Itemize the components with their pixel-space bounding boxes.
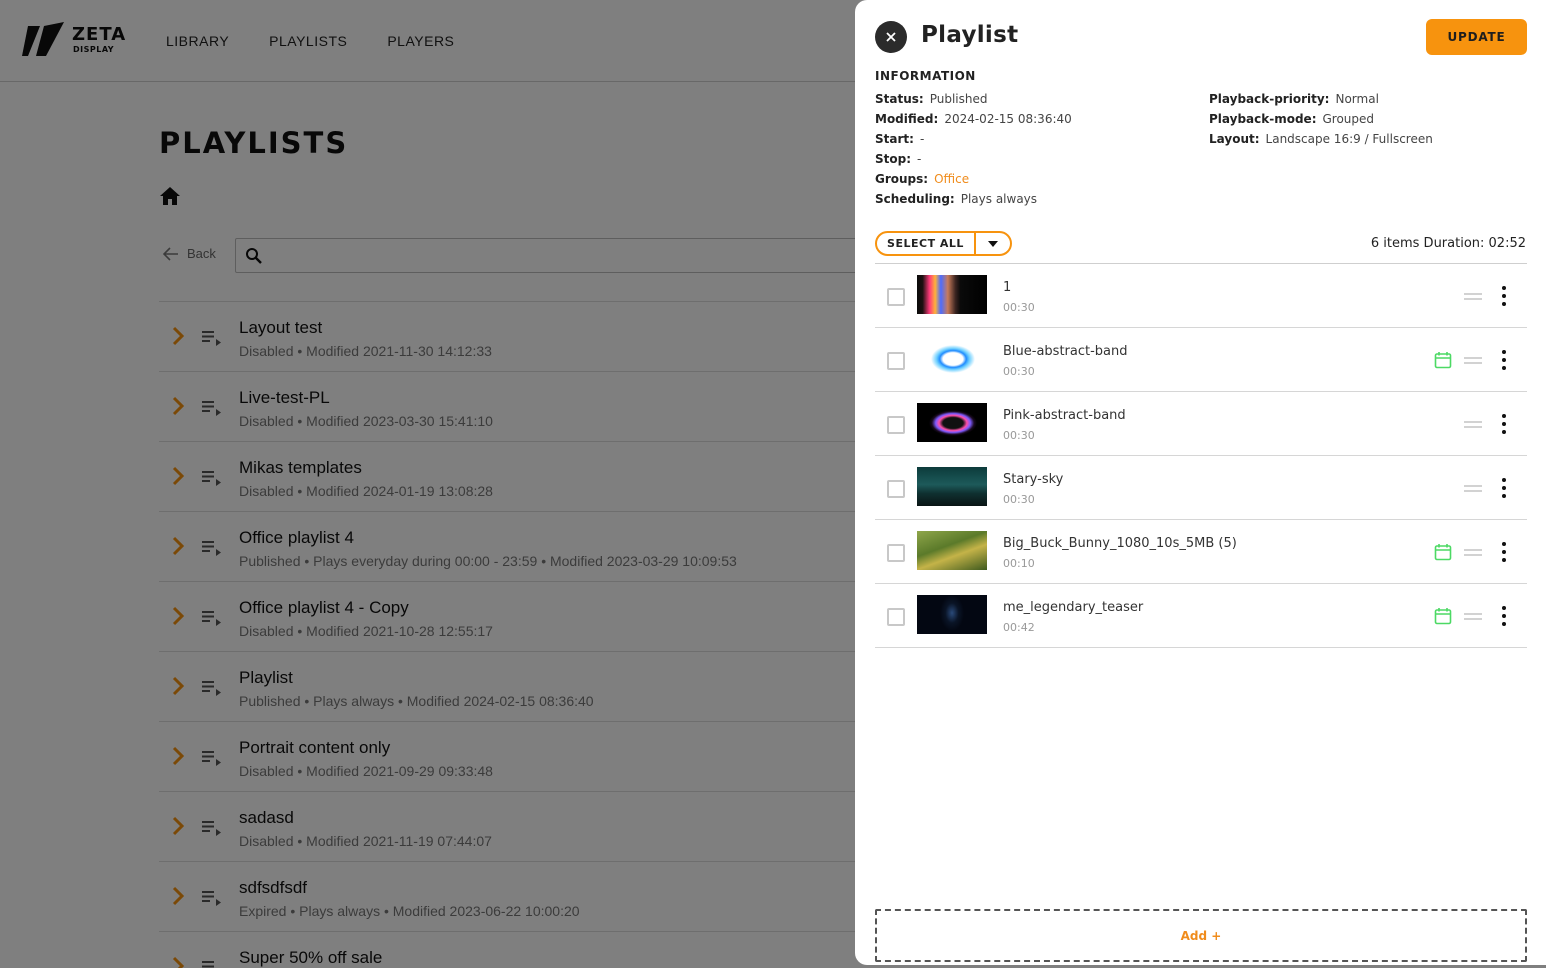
calendar-icon[interactable]	[1434, 543, 1452, 561]
info-key: Playback-priority:	[1209, 92, 1330, 106]
info-key: Stop:	[875, 152, 912, 166]
drag-handle-icon[interactable]	[1464, 421, 1482, 428]
items-duration-summary: 6 items Duration: 02:52	[1370, 236, 1526, 251]
update-button[interactable]: UPDATE	[1426, 19, 1527, 55]
info-scheduling: Scheduling: Plays always	[875, 192, 1072, 212]
calendar-icon[interactable]	[1434, 351, 1452, 369]
drag-handle-icon[interactable]	[1464, 357, 1482, 364]
item-name: Stary-sky	[1003, 472, 1064, 487]
playlist-item-row[interactable]: Stary-sky 00:30	[875, 456, 1527, 520]
item-thumbnail	[917, 339, 987, 378]
info-value: Grouped	[1322, 112, 1375, 126]
item-checkbox[interactable]	[887, 288, 905, 306]
more-options-icon[interactable]	[1497, 286, 1511, 306]
item-checkbox[interactable]	[887, 544, 905, 562]
item-duration: 00:42	[1003, 621, 1035, 634]
item-duration: 00:10	[1003, 557, 1035, 570]
info-playback-mode: Playback-mode: Grouped	[1209, 112, 1433, 132]
info-modified: Modified: 2024-02-15 08:36:40	[875, 112, 1072, 132]
item-thumbnail	[917, 275, 987, 314]
calendar-icon[interactable]	[1434, 607, 1452, 625]
drag-handle-icon[interactable]	[1464, 485, 1482, 492]
playlist-item-row[interactable]: 1 00:30	[875, 264, 1527, 328]
item-duration: 00:30	[1003, 365, 1035, 378]
info-groups: Groups: Office	[875, 172, 1072, 192]
info-value: 2024-02-15 08:36:40	[944, 112, 1072, 126]
item-name: Blue-abstract-band	[1003, 344, 1128, 359]
more-options-icon[interactable]	[1497, 606, 1511, 626]
item-thumbnail	[917, 403, 987, 442]
info-start: Start: -	[875, 132, 1072, 152]
info-value: Published	[929, 92, 988, 106]
information-heading: INFORMATION	[875, 69, 976, 83]
playlist-item-row[interactable]: Pink-abstract-band 00:30	[875, 392, 1527, 456]
item-duration: 00:30	[1003, 493, 1035, 506]
drawer-title: Playlist	[921, 22, 1019, 48]
info-value: -	[919, 132, 925, 146]
close-icon	[886, 32, 896, 42]
info-key: Layout:	[1209, 132, 1260, 146]
info-key: Status:	[875, 92, 924, 106]
playlist-items: 1 00:30 Blue-abstract-band 00:30 Pink-abstra…	[875, 263, 1527, 648]
item-duration: 00:30	[1003, 301, 1035, 314]
info-key: Groups:	[875, 172, 929, 186]
item-name: Pink-abstract-band	[1003, 408, 1126, 423]
item-checkbox[interactable]	[887, 608, 905, 626]
more-options-icon[interactable]	[1497, 478, 1511, 498]
more-options-icon[interactable]	[1497, 414, 1511, 434]
info-key: Modified:	[875, 112, 939, 126]
add-label: Add +	[1180, 928, 1222, 943]
drag-handle-icon[interactable]	[1464, 613, 1482, 620]
info-key: Scheduling:	[875, 192, 955, 206]
more-options-icon[interactable]	[1497, 542, 1511, 562]
info-playback-priority: Playback-priority: Normal	[1209, 92, 1433, 112]
playlist-detail-drawer: Playlist UPDATE INFORMATION Status: Publi…	[855, 0, 1546, 965]
item-checkbox[interactable]	[887, 480, 905, 498]
select-all-split-button: SELECT ALL	[875, 231, 1012, 256]
item-duration: 00:30	[1003, 429, 1035, 442]
drag-handle-icon[interactable]	[1464, 293, 1482, 300]
close-button[interactable]	[875, 21, 907, 53]
info-column-left: Status: Published Modified: 2024-02-15 08:…	[875, 92, 1072, 212]
info-layout: Layout: Landscape 16:9 / Fullscreen	[1209, 132, 1433, 152]
item-checkbox[interactable]	[887, 416, 905, 434]
item-thumbnail	[917, 531, 987, 570]
item-checkbox[interactable]	[887, 352, 905, 370]
playlist-item-row[interactable]: me_legendary_teaser 00:42	[875, 584, 1527, 648]
more-options-icon[interactable]	[1497, 350, 1511, 370]
add-content-dropzone[interactable]: Add +	[875, 909, 1527, 962]
item-name: me_legendary_teaser	[1003, 600, 1144, 615]
info-value: Normal	[1335, 92, 1379, 106]
item-thumbnail	[917, 467, 987, 506]
playlist-item-row[interactable]: Big_Buck_Bunny_1080_10s_5MB (5) 00:10	[875, 520, 1527, 584]
item-name: 1	[1003, 280, 1012, 295]
info-key: Playback-mode:	[1209, 112, 1317, 126]
select-options-dropdown[interactable]	[976, 240, 1010, 247]
info-value: Plays always	[960, 192, 1038, 206]
playlist-item-row[interactable]: Blue-abstract-band 00:30	[875, 328, 1527, 392]
info-column-right: Playback-priority: Normal Playback-mode: G…	[1209, 92, 1433, 152]
group-link-office[interactable]: Office	[934, 172, 969, 186]
info-key: Start:	[875, 132, 914, 146]
info-value: Landscape 16:9 / Fullscreen	[1265, 132, 1433, 146]
info-status: Status: Published	[875, 92, 1072, 112]
caret-down-icon	[988, 240, 998, 247]
item-thumbnail	[917, 595, 987, 634]
item-name: Big_Buck_Bunny_1080_10s_5MB (5)	[1003, 536, 1237, 551]
select-all-button[interactable]: SELECT ALL	[877, 237, 974, 250]
info-value: -	[917, 152, 922, 166]
drag-handle-icon[interactable]	[1464, 549, 1482, 556]
info-stop: Stop: -	[875, 152, 1072, 172]
